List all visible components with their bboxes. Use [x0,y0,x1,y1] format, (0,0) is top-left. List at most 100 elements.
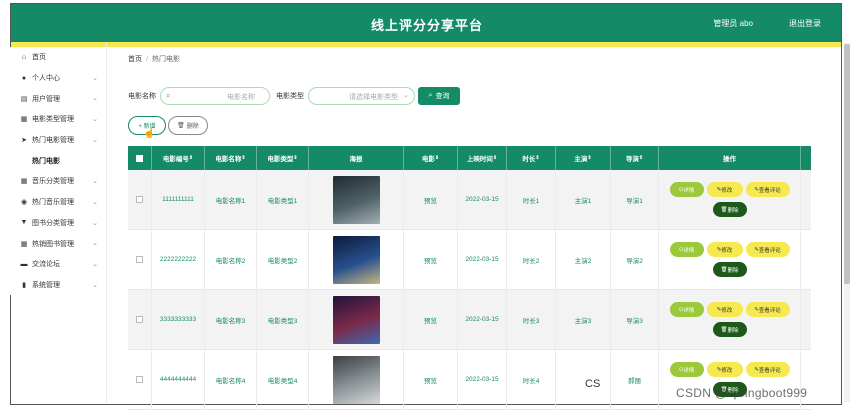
row-checkbox[interactable] [136,256,143,263]
column-header[interactable]: 电影编号 ⇕ [152,146,205,170]
row-checkbox[interactable] [136,376,143,383]
chevron-down-icon: ⌄ [92,240,98,248]
sidebar-item-label: 热门电影 [32,157,60,165]
edit-button-label: 修改 [721,307,733,314]
sort-icon[interactable]: ⇕ [293,155,297,161]
edit-button[interactable]: ✎ 修改 [706,362,743,377]
column-header[interactable]: 操作 [659,146,801,170]
breadcrumb-home[interactable]: 首页 [128,56,142,63]
row-checkbox[interactable] [136,316,143,323]
movie-poster-image[interactable] [332,295,380,344]
chevron-down-icon: ⌄ [92,281,98,289]
sidebar-item[interactable]: ⌂ 首页 [10,47,104,68]
column-header[interactable]: 上映时间 ⇕ [458,146,507,170]
sort-icon[interactable]: ⇕ [435,155,439,161]
cell-video[interactable]: 预览 [404,290,458,349]
chevron-down-icon: ⌄ [92,178,98,186]
column-header-label: 海报 [349,156,363,163]
sort-icon[interactable]: ⇕ [535,155,539,161]
sidebar-item[interactable]: ➤ 热门电影管理 ⌄ [10,130,104,151]
sidebar-divider [106,43,107,403]
delete-row-button[interactable]: 🗑 删除 [712,322,747,337]
detail-button[interactable]: ⊙ 详情 [669,182,704,197]
chevron-down-icon: ⌄ [92,116,98,124]
chevron-down-icon: ⌄ [403,92,409,99]
cell-director-text: 导演2 [626,257,643,265]
cell-id: 4444444444 [152,350,205,409]
cell-name: 电影名称2 [205,230,257,289]
sort-icon[interactable]: ⇕ [639,155,643,161]
sidebar-item[interactable]: ▮ 系统管理 ⌄ [10,275,104,296]
view-reviews-button[interactable]: ✎ 查看评论 [745,362,790,377]
delete-row-button[interactable]: 🗑 删除 [712,202,747,217]
sidebar-subitem[interactable]: 热门电影 [10,150,104,172]
column-header-label: 电影类型 [267,156,294,163]
scrollbar-thumb[interactable] [844,44,850,284]
sort-icon[interactable]: ⇕ [493,155,497,161]
view-reviews-button[interactable]: ✎ 查看评论 [745,242,790,257]
column-header[interactable]: 海报 [309,146,404,170]
view-reviews-button[interactable]: ✎ 查看评论 [745,302,790,317]
sidebar-item[interactable]: ▤ 用户管理 ⌄ [10,88,104,109]
column-header[interactable]: 主演 ⇕ [556,146,611,170]
cell-duration: 时长2 [507,230,556,289]
sidebar-item[interactable]: ▼ 图书分类管理 ⌄ [10,213,104,234]
movie-name-input[interactable]: ⌕ 电影名称 [160,87,270,105]
cell-video[interactable]: 预览 [404,230,458,289]
search-button[interactable]: ⌕ 查询 [418,87,460,105]
view-reviews-button-label: 查看评论 [758,367,781,374]
select-all-checkbox[interactable] [136,154,143,162]
detail-button-label: 详情 [683,247,695,254]
sort-icon[interactable]: ⇕ [587,155,591,161]
chevron-down-icon: ⌄ [92,260,98,268]
row-select-cell [128,230,152,289]
cell-date-text: 2022-03-15 [465,256,499,263]
sort-icon[interactable]: ⇕ [189,155,193,161]
column-header[interactable]: 电影名称 ⇕ [205,146,257,170]
sidebar-item[interactable]: ● 个人中心 ⌄ [10,68,104,89]
csdn-watermark: CSDN @springboot999 [676,386,808,400]
cell-duration-text: 时长3 [522,317,540,325]
movie-poster-image[interactable] [332,235,380,284]
view-reviews-button[interactable]: ✎ 查看评论 [745,182,790,197]
cell-id: 3333333333 [152,290,205,349]
sidebar-item-label: 音乐分类管理 [32,178,74,186]
edit-button[interactable]: ✎ 修改 [706,302,743,317]
column-header[interactable]: 电影类型 ⇕ [257,146,309,170]
sidebar-item[interactable]: ▦ 电影类型管理 ⌄ [10,109,104,130]
movie-type-select[interactable]: 请选择电影类型 ⌄ [308,87,415,105]
detail-button[interactable]: ⊙ 详情 [669,362,704,377]
sidebar-item[interactable]: ◉ 热门音乐管理 ⌄ [10,192,104,213]
sort-icon[interactable]: ⇕ [241,155,245,161]
cell-duration: 时长4 [507,350,556,409]
sidebar-item[interactable]: ▬ 交流论坛 ⌄ [10,254,104,275]
edit-button[interactable]: ✎ 修改 [706,242,743,257]
filter-icon: ▼ [20,219,28,227]
detail-button[interactable]: ⊙ 详情 [669,302,704,317]
row-checkbox[interactable] [136,196,143,203]
logout-link[interactable]: 退出登录 [789,18,821,29]
cell-video[interactable]: 预览 [404,170,458,229]
column-header[interactable]: 导演 ⇕ [611,146,659,170]
cell-name: 电影名称3 [205,290,257,349]
movie-poster-image[interactable] [332,355,380,404]
monitor-icon: ▬ [20,260,28,268]
detail-button[interactable]: ⊙ 详情 [669,242,704,257]
operations-cell: ⊙ 详情 ✎ 修改 ✎ 查看评论 🗑 删除 [659,350,801,409]
chevron-down-icon: ⌄ [92,95,98,103]
cell-id-text: 3333333333 [159,316,197,323]
sidebar-item-label: 热销图书管理 [32,240,74,248]
delete-row-button[interactable]: 🗑 删除 [712,262,747,277]
sidebar-item[interactable]: ▦ 音乐分类管理 ⌄ [10,171,104,192]
column-header-label: 电影 [421,156,435,163]
column-header-label: 电影名称 [215,156,242,163]
sidebar-item[interactable]: ▦ 热销图书管理 ⌄ [10,233,104,254]
movie-table: 电影编号 ⇕ 电影名称 ⇕ 电影类型 ⇕ 海报 电影 ⇕ 上映时间 ⇕ 时长 ⇕ 主演 ⇕ 导演… [128,146,811,410]
cell-video[interactable]: 预览 [404,350,458,409]
movie-poster-image[interactable] [332,175,380,224]
cell-type-text: 电影类型4 [267,377,298,385]
column-header[interactable]: 电影 ⇕ [404,146,458,170]
batch-delete-button[interactable]: 🗑 删除 [168,116,208,135]
edit-button[interactable]: ✎ 修改 [706,182,743,197]
column-header[interactable]: 时长 ⇕ [507,146,556,170]
